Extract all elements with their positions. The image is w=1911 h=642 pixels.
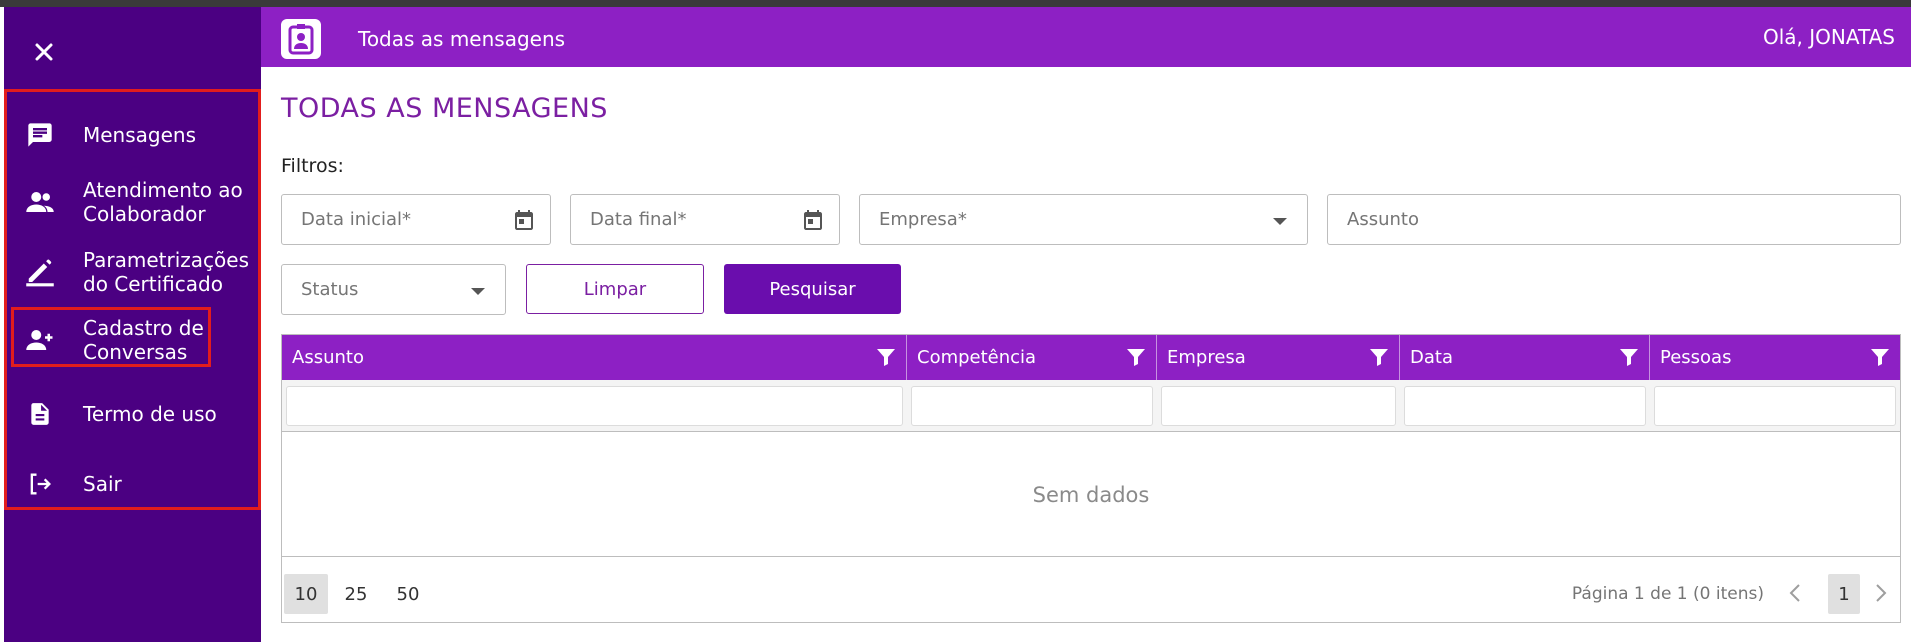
calendar-icon[interactable] — [801, 208, 825, 232]
page-number-button[interactable]: 1 — [1828, 574, 1860, 614]
filter-icon[interactable] — [1369, 347, 1389, 367]
column-header-pessoas[interactable]: Pessoas — [1650, 335, 1900, 380]
header-title: Todas as mensagens — [358, 27, 566, 51]
sidebar-item-termo-uso[interactable]: Termo de uso — [7, 397, 257, 431]
column-label: Competência — [917, 347, 1037, 368]
sidebar-item-label: Mensagens — [83, 123, 197, 147]
sidebar: Mensagens Atendimento ao Colaborador Par… — [4, 7, 261, 642]
sidebar-item-label: Atendimento ao Colaborador — [83, 178, 243, 226]
close-icon[interactable] — [26, 34, 62, 70]
user-greeting[interactable]: Olá, JONATAS — [1763, 25, 1895, 49]
filter-input-pessoas[interactable] — [1654, 386, 1896, 426]
sidebar-item-sair[interactable]: Sair — [7, 467, 257, 501]
column-label: Data — [1410, 347, 1453, 368]
column-header-empresa[interactable]: Empresa — [1157, 335, 1400, 380]
document-icon — [25, 399, 55, 429]
message-icon — [25, 120, 55, 150]
sidebar-item-atendimento[interactable]: Atendimento ao Colaborador — [7, 177, 257, 227]
status-select[interactable]: Status — [281, 264, 506, 315]
sidebar-item-parametrizacoes[interactable]: Parametrizações do Certificado — [7, 247, 257, 297]
messages-grid: Assunto Competência Empresa Data Pessoas… — [281, 334, 1901, 623]
column-header-competencia[interactable]: Competência — [907, 335, 1157, 380]
chevron-down-icon — [1273, 218, 1287, 225]
page-size-25[interactable]: 25 — [334, 574, 378, 614]
column-label: Assunto — [292, 347, 364, 368]
pager: 10 25 50 Página 1 de 1 (0 itens) 1 — [282, 558, 1900, 622]
filter-input-empresa[interactable] — [1161, 386, 1396, 426]
page-size-50[interactable]: 50 — [386, 574, 430, 614]
empty-state-text: Sem dados — [282, 433, 1900, 557]
column-label: Empresa — [1167, 347, 1246, 368]
search-button[interactable]: Pesquisar — [724, 264, 901, 314]
subject-placeholder: Assunto — [1347, 209, 1419, 230]
sidebar-item-cadastro-conversas[interactable]: Cadastro de Conversas — [7, 315, 257, 365]
end-date-placeholder: Data final* — [590, 209, 687, 230]
sidebar-item-label: Sair — [83, 472, 122, 496]
menu-highlight-box — [4, 89, 261, 510]
logout-icon — [25, 469, 55, 499]
start-date-placeholder: Data inicial* — [301, 209, 412, 230]
page-title: TODAS AS MENSAGENS — [281, 93, 608, 124]
calendar-icon[interactable] — [512, 208, 536, 232]
add-user-icon — [25, 325, 55, 355]
grid-header: Assunto Competência Empresa Data Pessoas — [282, 335, 1900, 380]
company-select[interactable]: Empresa* — [859, 194, 1308, 245]
edit-pencil-icon — [25, 257, 55, 287]
filter-input-data[interactable] — [1404, 386, 1646, 426]
sidebar-item-mensagens[interactable]: Mensagens — [7, 118, 257, 152]
chevron-left-icon[interactable] — [1780, 578, 1810, 608]
column-header-assunto[interactable]: Assunto — [282, 335, 907, 380]
column-label: Pessoas — [1660, 347, 1732, 368]
filter-icon[interactable] — [876, 347, 896, 367]
chevron-right-icon[interactable] — [1866, 578, 1896, 608]
end-date-field[interactable]: Data final* — [570, 194, 840, 245]
filter-icon[interactable] — [1870, 347, 1890, 367]
support-user-icon — [25, 187, 55, 217]
clear-button[interactable]: Limpar — [526, 264, 704, 314]
top-header: Todas as mensagens Olá, JONATAS — [261, 7, 1911, 67]
app-logo-icon — [281, 19, 321, 59]
filter-icon[interactable] — [1619, 347, 1639, 367]
company-placeholder: Empresa* — [879, 209, 967, 230]
filter-input-assunto[interactable] — [286, 386, 903, 426]
sidebar-item-label: Parametrizações do Certificado — [83, 248, 250, 296]
filters-label: Filtros: — [281, 155, 344, 177]
status-placeholder: Status — [301, 279, 359, 300]
page-size-10[interactable]: 10 — [284, 574, 328, 614]
column-header-data[interactable]: Data — [1400, 335, 1650, 380]
sidebar-item-label: Termo de uso — [83, 402, 217, 426]
filter-input-competencia[interactable] — [911, 386, 1153, 426]
sidebar-item-label: Cadastro de Conversas — [83, 316, 204, 364]
subject-input[interactable]: Assunto — [1327, 194, 1901, 245]
start-date-field[interactable]: Data inicial* — [281, 194, 551, 245]
page-info: Página 1 de 1 (0 itens) — [1571, 584, 1764, 604]
top-strip — [0, 0, 1911, 7]
grid-filter-row — [282, 380, 1900, 432]
filter-icon[interactable] — [1126, 347, 1146, 367]
chevron-down-icon — [471, 288, 485, 295]
